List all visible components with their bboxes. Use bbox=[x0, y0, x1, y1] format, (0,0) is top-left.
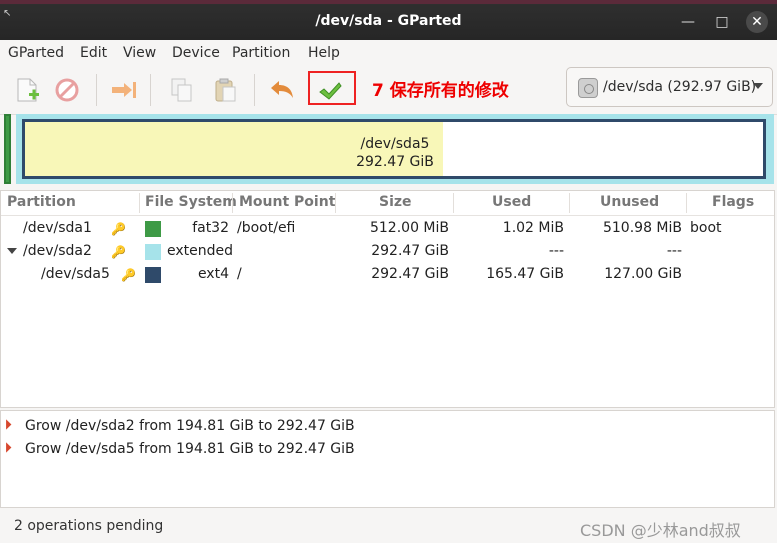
grow-operation-icon: ⏵ bbox=[5, 441, 12, 456]
row-unused: --- bbox=[666, 243, 682, 259]
row-filesystem: ext4 bbox=[197, 266, 229, 282]
apply-annotation: 7 保存所有的修改 bbox=[372, 81, 509, 101]
device-selector-value: /dev/sda (292.97 GiB) bbox=[603, 79, 757, 95]
chevron-down-icon bbox=[753, 83, 763, 89]
col-mountpoint[interactable]: Mount Point bbox=[239, 194, 335, 210]
row-used: --- bbox=[548, 243, 564, 259]
column-separator bbox=[139, 193, 140, 213]
table-row[interactable]: /dev/sda2 🔑 extended 292.47 GiB --- --- bbox=[1, 241, 774, 264]
row-filesystem: extended bbox=[167, 243, 234, 259]
column-separator bbox=[453, 193, 454, 213]
row-flags: boot bbox=[690, 220, 722, 236]
toolbar-separator bbox=[150, 74, 151, 106]
row-size: 292.47 GiB bbox=[371, 266, 449, 282]
list-item[interactable]: ⏵ Grow /dev/sda5 from 194.81 GiB to 292.… bbox=[5, 440, 765, 460]
list-item[interactable]: ⏵ Grow /dev/sda2 from 194.81 GiB to 292.… bbox=[5, 417, 765, 437]
menu-gparted[interactable]: GParted bbox=[8, 45, 64, 61]
column-separator bbox=[335, 193, 336, 213]
minimize-button[interactable]: — bbox=[678, 12, 698, 32]
maximize-button[interactable]: □ bbox=[712, 12, 732, 32]
table-row[interactable]: /dev/sda5 🔑 ext4 / 292.47 GiB 165.47 GiB… bbox=[1, 264, 774, 287]
row-partition: /dev/sda1 bbox=[23, 220, 92, 236]
menu-view[interactable]: View bbox=[123, 45, 156, 61]
row-partition: /dev/sda5 bbox=[41, 266, 110, 282]
apply-icon[interactable] bbox=[318, 79, 342, 103]
table-row[interactable]: /dev/sda1 🔑 fat32 /boot/efi 512.00 MiB 1… bbox=[1, 218, 774, 241]
harddisk-icon bbox=[578, 78, 598, 98]
col-size[interactable]: Size bbox=[379, 194, 412, 210]
column-separator bbox=[686, 193, 687, 213]
window-title: /dev/sda - GParted bbox=[315, 13, 462, 29]
col-flags[interactable]: Flags bbox=[712, 194, 754, 210]
device-selector[interactable]: /dev/sda (292.97 GiB) bbox=[566, 67, 773, 107]
row-partition: /dev/sda2 bbox=[23, 243, 92, 259]
delete-icon[interactable] bbox=[53, 76, 81, 104]
filesystem-color-swatch bbox=[145, 267, 161, 283]
col-used[interactable]: Used bbox=[492, 194, 531, 210]
row-size: 512.00 MiB bbox=[369, 220, 449, 236]
menu-partition[interactable]: Partition bbox=[232, 45, 290, 61]
menu-bar: GParted Edit View Device Partition Help bbox=[0, 40, 777, 66]
close-button[interactable]: ✕ bbox=[746, 11, 768, 33]
menu-device[interactable]: Device bbox=[172, 45, 220, 61]
watermark: CSDN @少林and叔叔 bbox=[580, 521, 741, 540]
toolbar-separator bbox=[254, 74, 255, 106]
key-icon: 🔑 bbox=[111, 245, 126, 259]
filesystem-color-swatch bbox=[145, 221, 161, 237]
column-separator bbox=[569, 193, 570, 213]
partition-map-sda1[interactable] bbox=[4, 114, 11, 184]
resize-move-icon[interactable] bbox=[110, 76, 138, 104]
col-partition[interactable]: Partition bbox=[7, 194, 76, 210]
expander-icon[interactable] bbox=[7, 248, 17, 254]
row-size: 292.47 GiB bbox=[371, 243, 449, 259]
operation-text: Grow /dev/sda5 from 194.81 GiB to 292.47… bbox=[25, 441, 355, 457]
paste-icon[interactable] bbox=[212, 76, 240, 104]
partition-map-label: /dev/sda5 292.47 GiB bbox=[305, 135, 485, 171]
toolbar-separator bbox=[96, 74, 97, 106]
toolbar: 7 保存所有的修改 /dev/sda (292.97 GiB) bbox=[0, 66, 777, 115]
row-unused: 510.98 MiB bbox=[602, 220, 682, 236]
title-bar: ↖ /dev/sda - GParted — □ ✕ bbox=[0, 4, 777, 40]
table-header: Partition File System Mount Point Size U… bbox=[1, 191, 774, 216]
row-mountpoint: / bbox=[237, 266, 242, 282]
menu-help[interactable]: Help bbox=[308, 45, 340, 61]
grow-operation-icon: ⏵ bbox=[5, 418, 12, 433]
status-bar: 2 operations pending CSDN @少林and叔叔 bbox=[0, 508, 777, 543]
partition-map-name: /dev/sda5 bbox=[360, 136, 430, 152]
row-unused: 127.00 GiB bbox=[604, 266, 682, 282]
partition-map: /dev/sda5 292.47 GiB bbox=[4, 114, 774, 186]
column-separator bbox=[232, 193, 233, 213]
new-partition-icon[interactable] bbox=[13, 76, 41, 104]
row-mountpoint: /boot/efi bbox=[237, 220, 296, 236]
menu-edit[interactable]: Edit bbox=[80, 45, 107, 61]
col-unused[interactable]: Unused bbox=[600, 194, 659, 210]
partition-map-size: 292.47 GiB bbox=[356, 154, 434, 170]
operation-text: Grow /dev/sda2 from 194.81 GiB to 292.47… bbox=[25, 418, 355, 434]
undo-icon[interactable] bbox=[268, 76, 296, 104]
filesystem-color-swatch bbox=[145, 244, 161, 260]
col-filesystem[interactable]: File System bbox=[145, 194, 237, 210]
row-used: 1.02 MiB bbox=[502, 220, 564, 236]
status-text: 2 operations pending bbox=[14, 518, 164, 534]
partition-table: Partition File System Mount Point Size U… bbox=[0, 190, 775, 408]
gparted-window: ↖ /dev/sda - GParted — □ ✕ GParted Edit … bbox=[0, 4, 777, 543]
copy-icon[interactable] bbox=[168, 76, 196, 104]
key-icon: 🔑 bbox=[111, 222, 126, 236]
row-used: 165.47 GiB bbox=[486, 266, 564, 282]
row-filesystem: fat32 bbox=[192, 220, 229, 236]
partition-map-sda5[interactable]: /dev/sda5 292.47 GiB bbox=[22, 119, 766, 179]
pending-operations-list: ⏵ Grow /dev/sda2 from 194.81 GiB to 292.… bbox=[0, 410, 775, 508]
key-icon: 🔑 bbox=[121, 268, 136, 282]
